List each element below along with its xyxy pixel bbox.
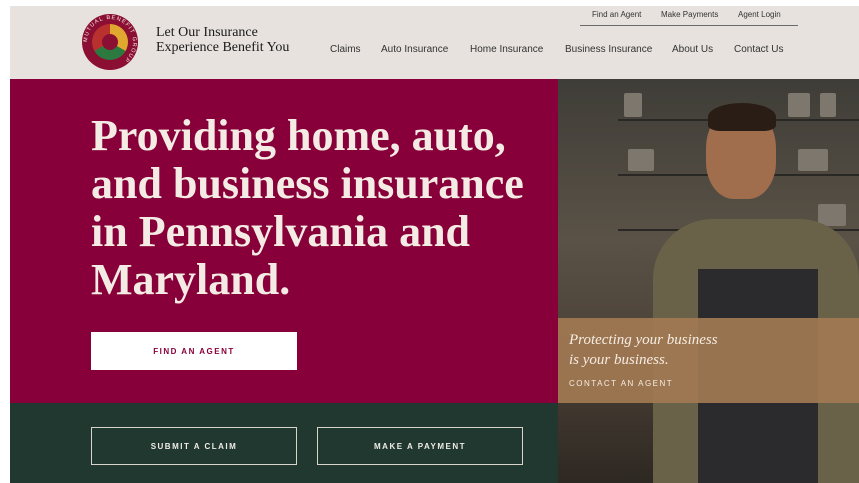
nav-business-insurance[interactable]: Business Insurance xyxy=(565,44,652,55)
promo-panel: Protecting your business is your busines… xyxy=(558,318,859,403)
mutual-benefit-logo[interactable]: MUTUAL BENEFIT GROUP xyxy=(82,14,138,70)
promo-title: Protecting your business is your busines… xyxy=(569,332,718,368)
make-payment-button[interactable]: MAKE A PAYMENT xyxy=(317,427,523,465)
contact-agent-link[interactable]: CONTACT AN AGENT xyxy=(569,379,673,388)
site-header: MUTUAL BENEFIT GROUP Let Our Insurance E… xyxy=(10,6,859,79)
nav-claims[interactable]: Claims xyxy=(330,44,361,55)
utility-divider xyxy=(580,25,798,26)
brand-tagline: Let Our Insurance Experience Benefit You xyxy=(156,25,290,55)
hero-section: Providing home, auto, and business insur… xyxy=(10,79,558,403)
shelf-item xyxy=(624,93,642,117)
submit-claim-button[interactable]: SUBMIT A CLAIM xyxy=(91,427,297,465)
shelf-item xyxy=(820,93,836,117)
shelf-item xyxy=(628,149,654,171)
utility-link-make-payments[interactable]: Make Payments xyxy=(661,10,718,19)
person-hair xyxy=(708,103,776,131)
hero-title: Providing home, auto, and business insur… xyxy=(91,111,524,304)
utility-link-agent-login[interactable]: Agent Login xyxy=(738,10,781,19)
nav-contact-us[interactable]: Contact Us xyxy=(734,44,783,55)
quick-actions: SUBMIT A CLAIM MAKE A PAYMENT xyxy=(10,403,558,483)
hero-photo xyxy=(558,79,859,483)
find-agent-button[interactable]: FIND AN AGENT xyxy=(91,332,297,370)
utility-link-find-agent[interactable]: Find an Agent xyxy=(592,10,641,19)
nav-home-insurance[interactable]: Home Insurance xyxy=(470,44,543,55)
nav-auto-insurance[interactable]: Auto Insurance xyxy=(381,44,448,55)
nav-about-us[interactable]: About Us xyxy=(672,44,713,55)
logo-emblem-icon xyxy=(92,24,128,60)
shelf-item xyxy=(798,149,828,171)
shelf-item xyxy=(788,93,810,117)
